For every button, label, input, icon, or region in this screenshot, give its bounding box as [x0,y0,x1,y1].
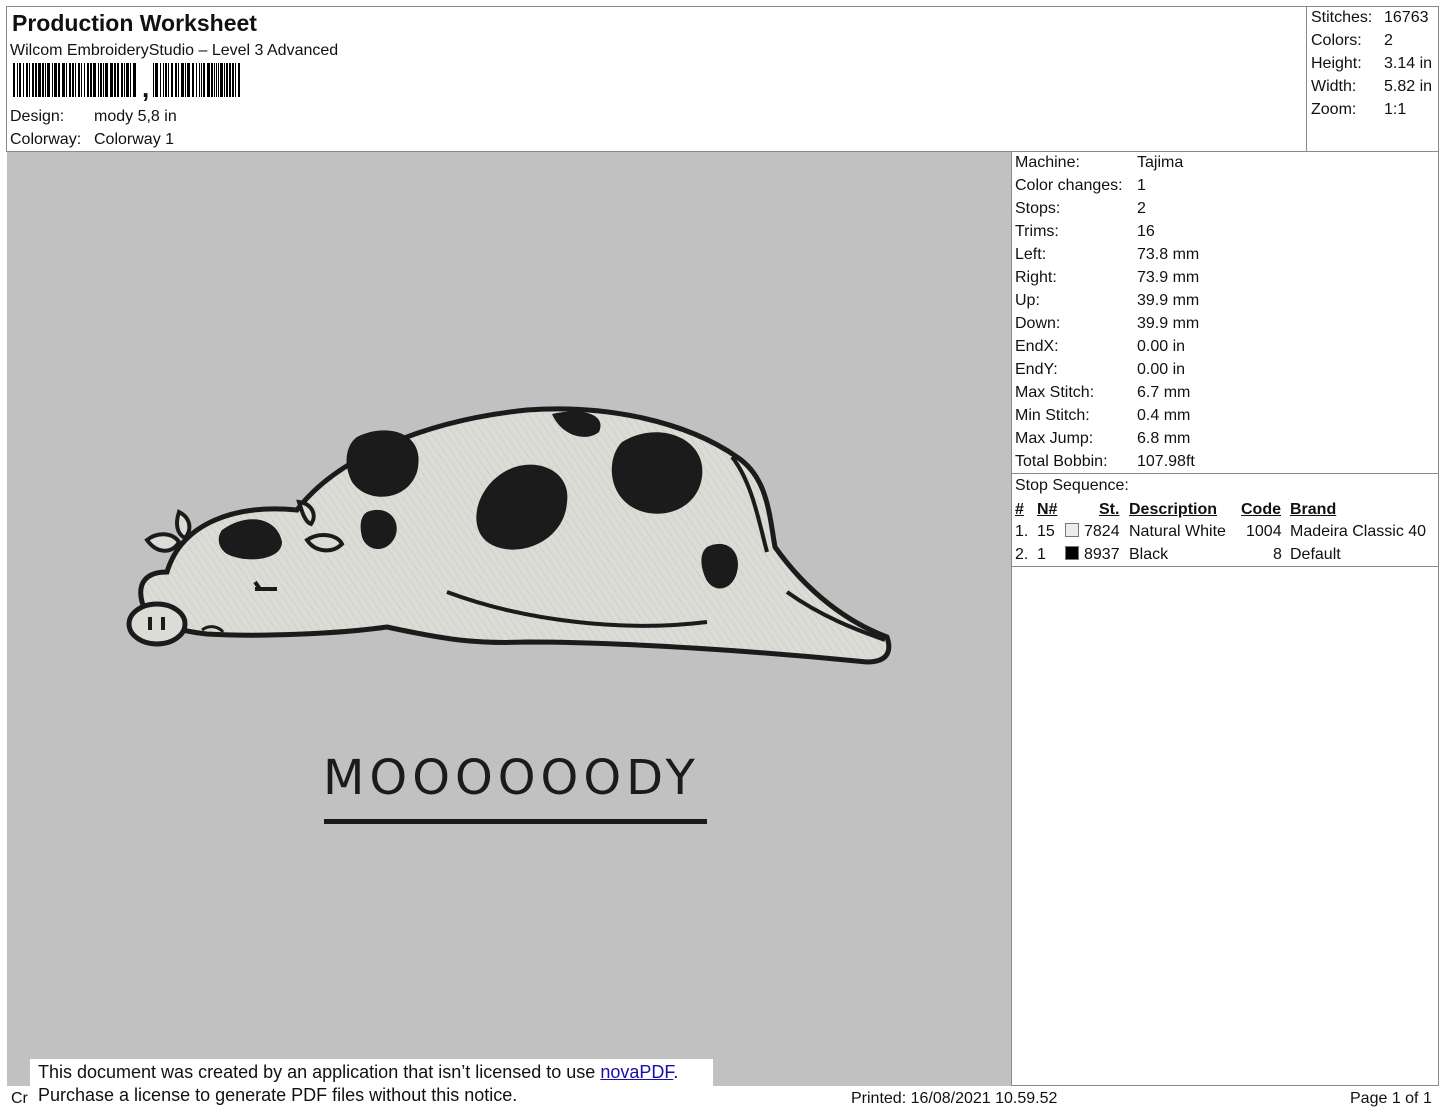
spec-value: 16 [1137,223,1155,240]
summary-colors-label: Colors: [1311,32,1362,49]
stop-sequence-title: Stop Sequence: [1015,477,1129,494]
spec-label: Min Stitch: [1015,407,1090,424]
colorway-value: Colorway 1 [94,131,175,148]
summary-width-label: Width: [1311,78,1357,95]
design-preview: MOOOOOODY [7,152,1011,1086]
color-swatch [1065,523,1079,537]
spec-value: 0.4 mm [1137,407,1191,424]
col-header-code: Code [1241,501,1281,518]
row-brand: Default [1290,546,1341,563]
spec-value: 6.7 mm [1137,384,1191,401]
cow-snout [126,601,188,647]
spec-label: Left: [1015,246,1047,263]
summary-height-label: Height: [1311,55,1362,72]
spec-value: Tajima [1137,154,1184,171]
summary-stitches-value: 16763 [1384,9,1429,26]
spec-value: 107.98ft [1137,453,1195,470]
row-code: 1004 [1246,523,1282,540]
license-notice: This document was created by an applicat… [30,1059,713,1113]
color-swatch [1065,546,1079,560]
notice-text: This document was created by an applicat… [38,1062,601,1082]
cow-spot [611,432,703,514]
footer-left-fragment: Cr [11,1090,28,1107]
spec-label: Total Bobbin: [1015,453,1108,470]
summary-height-value: 3.14 in [1384,55,1433,72]
design-text: MOOOOOODY [323,750,700,806]
spec-value: 1 [1137,177,1146,194]
summary-zoom-label: Zoom: [1311,101,1357,118]
specs-frame [1011,151,1439,1086]
spec-label: Right: [1015,269,1057,286]
spec-value: 0.00 in [1137,361,1186,378]
row-needle: 15 [1037,523,1055,540]
design-label: Design: [10,108,65,125]
software-name: Wilcom EmbroideryStudio – Level 3 Advanc… [10,42,339,59]
row-stitches: 8937 [1084,546,1120,563]
summary-stitches-label: Stitches: [1311,9,1373,26]
notice-period: . [673,1062,679,1082]
spec-value: 0.00 in [1137,338,1186,355]
spec-label: Up: [1015,292,1040,309]
spec-label: Machine: [1015,154,1080,171]
page-title: Production Worksheet [12,10,257,36]
design-value: mody 5,8 in [94,108,177,125]
spec-value: 39.9 mm [1137,315,1200,332]
row-code: 8 [1273,546,1282,563]
colorway-label: Colorway: [10,131,82,148]
spec-value: 73.8 mm [1137,246,1200,263]
row-stitches: 7824 [1084,523,1120,540]
row-needle: 1 [1037,546,1046,563]
spec-label: EndY: [1015,361,1058,378]
cow-embroidery-image [126,406,892,665]
printed-timestamp: Printed: 16/08/2021 10.59.52 [851,1090,1058,1107]
spec-label: Max Jump: [1015,430,1094,447]
row-num: 2. [1015,546,1029,563]
row-description: Natural White [1129,523,1226,540]
spec-label: EndX: [1015,338,1059,355]
col-header-stitches: St. [1099,501,1120,518]
page-indicator: Page 1 of 1 [1350,1090,1432,1107]
row-brand: Madeira Classic 40 [1290,523,1427,540]
spec-value: 39.9 mm [1137,292,1200,309]
barcode-mark: , [142,73,150,103]
spec-label: Down: [1015,315,1061,332]
stop-sequence-bottom-divider [1011,566,1439,567]
col-header-num: # [1015,501,1024,518]
summary-width-value: 5.82 in [1384,78,1433,95]
notice-line-1: This document was created by an applicat… [38,1061,713,1084]
row-description: Black [1129,546,1169,563]
row-num: 1. [1015,523,1029,540]
spec-value: 73.9 mm [1137,269,1200,286]
design-text-underline [324,819,707,824]
spec-label: Trims: [1015,223,1059,240]
summary-zoom-value: 1:1 [1384,101,1407,118]
col-header-description: Description [1129,501,1218,518]
spec-label: Color changes: [1015,177,1123,194]
col-header-brand: Brand [1290,501,1337,518]
spec-value: 2 [1137,200,1146,217]
spec-value: 6.8 mm [1137,430,1191,447]
col-header-needle: N# [1037,501,1058,518]
summary-colors-value: 2 [1384,32,1393,49]
spec-label: Max Stitch: [1015,384,1095,401]
novapdf-link[interactable]: novaPDF [600,1062,673,1082]
barcode-image [13,63,240,97]
spec-label: Stops: [1015,200,1061,217]
notice-line-2: Purchase a license to generate PDF files… [38,1085,518,1105]
